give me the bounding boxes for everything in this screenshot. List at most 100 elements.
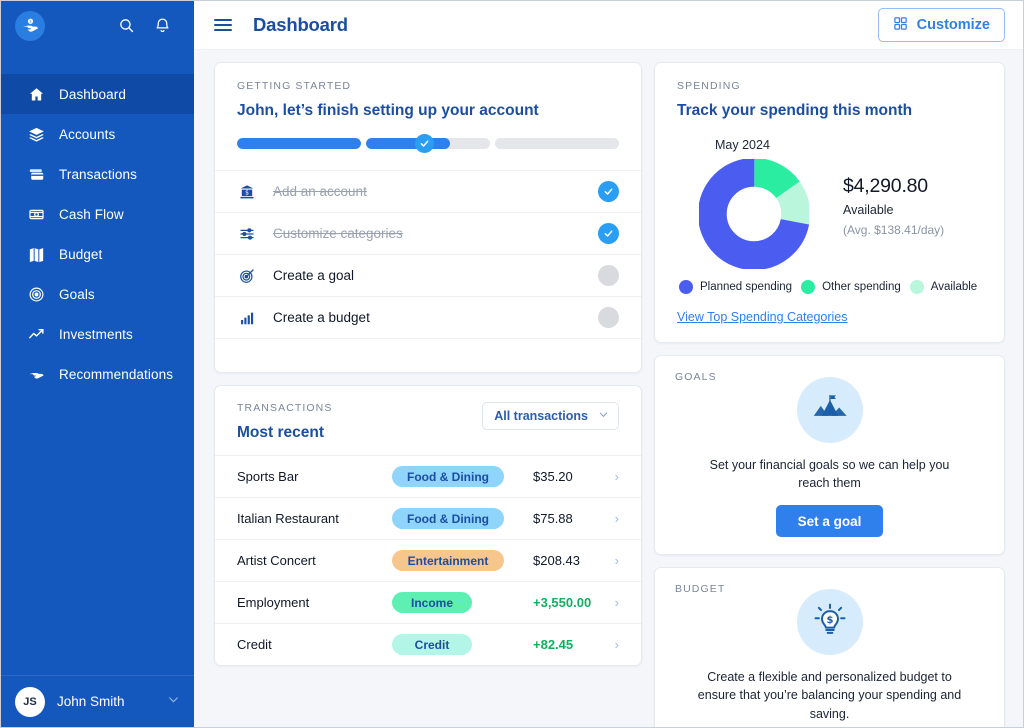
sidebar-header-actions: [116, 16, 180, 36]
transaction-amount: $35.20: [515, 469, 607, 484]
sliders-icon: [237, 226, 257, 242]
transaction-amount: $208.43: [515, 553, 607, 568]
legend-label: Planned spending: [700, 281, 792, 293]
transaction-name: Employment: [237, 595, 392, 610]
legend-item-planned-spending: Planned spending: [679, 280, 792, 294]
sidebar-item-label: Budget: [59, 247, 102, 262]
chevron-right-icon[interactable]: ›: [607, 469, 619, 484]
progress-segment-1: [237, 138, 361, 149]
left-column: GETTING STARTED John, let’s finish setti…: [214, 62, 642, 727]
sidebar-item-dashboard[interactable]: Dashboard: [1, 74, 194, 114]
donut-slice-planned-spending: [712, 172, 795, 255]
sidebar: $: [1, 1, 194, 727]
banknote-icon: [27, 205, 45, 223]
book-icon: [27, 245, 45, 263]
spending-summary: $4,290.80 Available (Avg. $138.41/day): [843, 159, 944, 237]
lightbulb-dollar-icon: $: [797, 589, 863, 655]
budget-description: Create a flexible and personalized budge…: [695, 668, 965, 722]
chevron-right-icon[interactable]: ›: [607, 637, 619, 652]
spending-eyebrow: SPENDING: [677, 80, 982, 92]
sidebar-item-accounts[interactable]: Accounts: [1, 114, 194, 154]
setup-task-list: $ Add an account: [215, 170, 641, 372]
category-badge: Entertainment: [392, 550, 504, 571]
bell-icon[interactable]: [152, 16, 172, 36]
sidebar-user-menu[interactable]: JS John Smith: [1, 675, 194, 727]
sidebar-header: $: [1, 1, 194, 50]
search-icon[interactable]: [116, 16, 136, 36]
transaction-amount: +3,550.00: [515, 595, 607, 610]
sidebar-item-budget[interactable]: Budget: [1, 234, 194, 274]
spending-legend: Planned spending Other spending Availabl…: [677, 280, 982, 294]
sidebar-item-goals[interactable]: Goals: [1, 274, 194, 314]
category-badge: Food & Dining: [392, 466, 504, 487]
budget-card: BUDGET $: [654, 567, 1005, 727]
table-row[interactable]: Artist Concert Entertainment $208.43 ›: [215, 539, 641, 581]
transaction-amount: $75.88: [515, 511, 607, 526]
transaction-amount: +82.45: [515, 637, 607, 652]
transactions-card: TRANSACTIONS Most recent All transaction…: [214, 385, 642, 666]
progress-segment-3: [495, 138, 619, 149]
progress-check-icon: [415, 134, 434, 153]
legend-dot-icon: [801, 280, 815, 294]
chevron-right-icon[interactable]: ›: [607, 553, 619, 568]
table-row[interactable]: Employment Income +3,550.00 ›: [215, 581, 641, 623]
transactions-filter-select[interactable]: All transactions: [482, 402, 619, 430]
category-badge: Income: [392, 592, 472, 613]
chevron-down-icon[interactable]: [167, 693, 180, 711]
svg-text:$: $: [29, 20, 31, 24]
chevron-right-icon[interactable]: ›: [607, 595, 619, 610]
sidebar-item-investments[interactable]: Investments: [1, 314, 194, 354]
goals-eyebrow: GOALS: [675, 371, 717, 383]
spending-month: May 2024: [715, 138, 982, 152]
getting-started-card: GETTING STARTED John, let’s finish setti…: [214, 62, 642, 373]
category-badge: Food & Dining: [392, 508, 504, 529]
sidebar-nav: Dashboard Accounts Transactions: [1, 74, 194, 394]
task-create-a-budget[interactable]: Create a budget: [215, 296, 641, 338]
spending-title: Track your spending this month: [677, 102, 982, 120]
topbar: Dashboard Customize: [194, 1, 1023, 50]
table-row[interactable]: Credit Credit +82.45 ›: [215, 623, 641, 665]
table-row[interactable]: Italian Restaurant Food & Dining $75.88 …: [215, 497, 641, 539]
legend-label: Other spending: [822, 281, 901, 293]
task-label: Customize categories: [273, 226, 403, 241]
setup-progress-bar: [237, 138, 619, 158]
avatar: JS: [15, 687, 45, 717]
sidebar-item-transactions[interactable]: Transactions: [1, 154, 194, 194]
grid-icon: [893, 16, 908, 35]
spending-amount: $4,290.80: [843, 175, 944, 198]
right-column: SPENDING Track your spending this month …: [654, 62, 1005, 727]
transaction-name: Artist Concert: [237, 553, 392, 568]
transactions-filter-value: All transactions: [494, 409, 588, 423]
hamburger-icon[interactable]: [214, 16, 232, 34]
set-a-goal-button[interactable]: Set a goal: [776, 505, 884, 537]
getting-started-eyebrow: GETTING STARTED: [237, 80, 619, 92]
dashboard-content: GETTING STARTED John, let’s finish setti…: [194, 50, 1023, 727]
handshake-dollar-logo[interactable]: $: [15, 11, 45, 41]
main-area: Dashboard Customize GETTING STARTED: [194, 1, 1023, 727]
view-top-spending-categories-link[interactable]: View Top Spending Categories: [677, 310, 848, 324]
spending-daily-average: (Avg. $138.41/day): [843, 223, 944, 237]
task-add-an-account[interactable]: $ Add an account: [215, 170, 641, 212]
sidebar-item-recommendations[interactable]: Recommendations: [1, 354, 194, 394]
table-row[interactable]: Sports Bar Food & Dining $35.20 ›: [215, 455, 641, 497]
home-icon: [27, 85, 45, 103]
task-label: Add an account: [273, 184, 367, 199]
sidebar-item-cash-flow[interactable]: Cash Flow: [1, 194, 194, 234]
target-icon: [237, 268, 257, 284]
layers-icon: [27, 125, 45, 143]
goals-card: GOALS Set your financial goals so we can…: [654, 355, 1005, 555]
task-status-check-icon: [598, 223, 619, 244]
sidebar-item-label: Cash Flow: [59, 207, 124, 222]
transaction-name: Sports Bar: [237, 469, 392, 484]
customize-button[interactable]: Customize: [878, 8, 1005, 42]
task-status-empty-circle-icon: [598, 307, 619, 328]
user-name: John Smith: [57, 694, 125, 709]
transactions-heading-text: TRANSACTIONS Most recent: [237, 402, 332, 442]
task-create-a-goal[interactable]: Create a goal: [215, 254, 641, 296]
task-label: Create a goal: [273, 268, 354, 283]
getting-started-header: GETTING STARTED John, let’s finish setti…: [215, 63, 641, 158]
chevron-right-icon[interactable]: ›: [607, 511, 619, 526]
target-icon: [27, 285, 45, 303]
task-customize-categories[interactable]: Customize categories: [215, 212, 641, 254]
trend-up-icon: [27, 325, 45, 343]
